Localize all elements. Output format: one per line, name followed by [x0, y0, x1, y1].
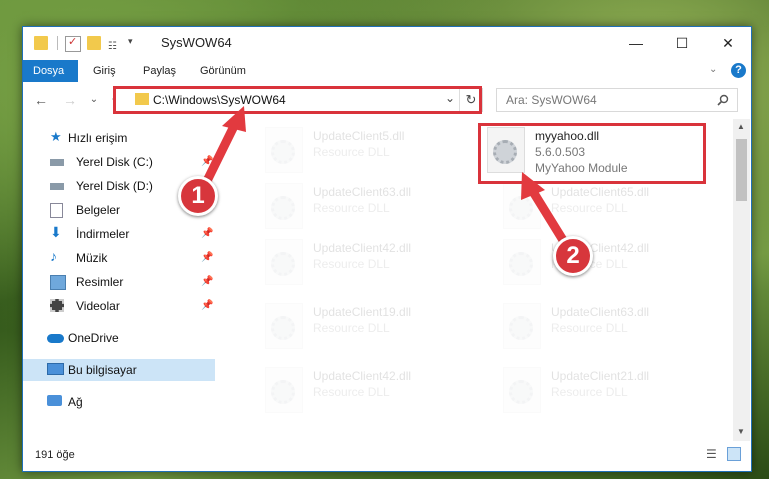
arrow-1-head	[222, 106, 246, 132]
step-badge-1: 1	[178, 176, 218, 216]
arrow-1-shaft	[200, 117, 241, 190]
arrow-2-shaft	[527, 185, 571, 250]
annotation-arrows	[200, 106, 571, 250]
step-badge-2: 2	[553, 236, 593, 276]
